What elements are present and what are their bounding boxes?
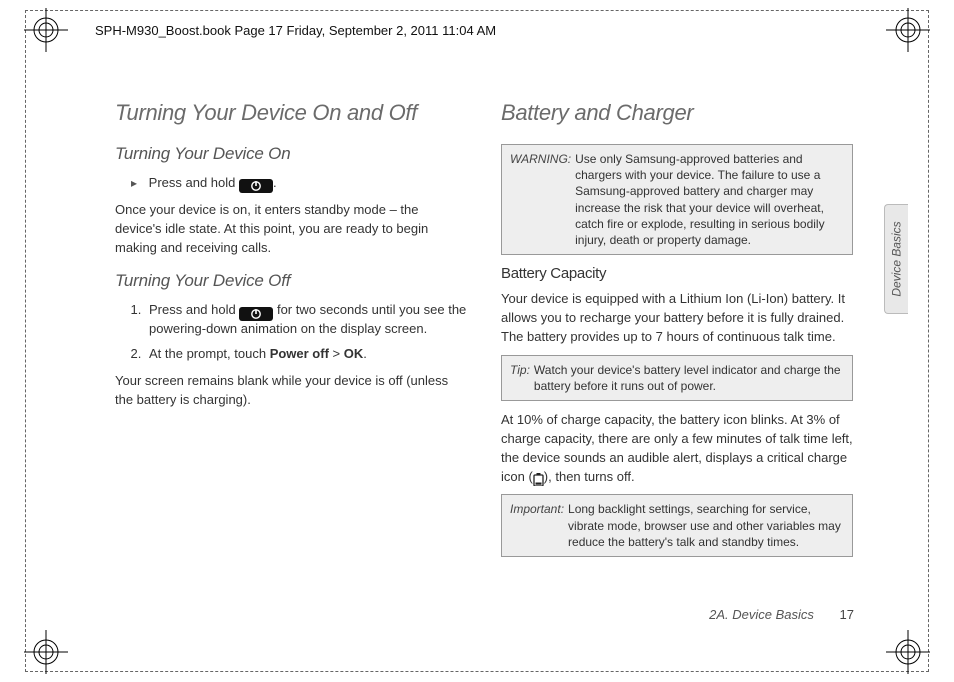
paragraph-liion: Your device is equipped with a Lithium I… bbox=[501, 290, 853, 347]
footer-page-number: 17 bbox=[840, 607, 854, 622]
page-footer: 2A. Device Basics 17 bbox=[709, 607, 854, 622]
step-off-1: Press and hold for two seconds until you… bbox=[145, 301, 467, 339]
steps-turn-off: Press and hold for two seconds until you… bbox=[145, 301, 467, 364]
text: Press and hold bbox=[149, 302, 239, 317]
heading-battery-charger: Battery and Charger bbox=[501, 100, 853, 126]
right-column: Battery and Charger WARNING: Use only Sa… bbox=[501, 100, 853, 620]
heading-battery-capacity: Battery Capacity bbox=[501, 265, 853, 282]
text: . bbox=[363, 346, 367, 361]
warning-text: Use only Samsung-approved batteries and … bbox=[575, 151, 844, 248]
tip-label: Tip: bbox=[510, 362, 530, 394]
step-press-hold-on: Press and hold . bbox=[131, 174, 467, 193]
content-area: Turning Your Device On and Off Turning Y… bbox=[115, 100, 855, 620]
label-ok: OK bbox=[344, 346, 364, 361]
side-tab-label: Device Basics bbox=[890, 221, 904, 296]
text: Press and hold bbox=[149, 175, 239, 190]
tip-box: Tip: Watch your device's battery level i… bbox=[501, 355, 853, 401]
important-box: Important: Long backlight settings, sear… bbox=[501, 494, 853, 557]
paragraph-standby: Once your device is on, it enters standb… bbox=[115, 201, 467, 258]
heading-device-on: Turning Your Device On bbox=[115, 144, 467, 164]
power-button-icon bbox=[239, 304, 273, 318]
paragraph-screen-blank: Your screen remains blank while your dev… bbox=[115, 372, 467, 410]
warning-box: WARNING: Use only Samsung-approved batte… bbox=[501, 144, 853, 255]
registration-mark-icon bbox=[886, 630, 930, 674]
footer-section: 2A. Device Basics bbox=[709, 607, 814, 622]
text: . bbox=[273, 175, 277, 190]
power-button-icon bbox=[239, 177, 273, 191]
tip-text: Watch your device's battery level indica… bbox=[534, 362, 844, 394]
left-column: Turning Your Device On and Off Turning Y… bbox=[115, 100, 467, 620]
important-label: Important: bbox=[510, 501, 564, 550]
important-text: Long backlight settings, searching for s… bbox=[568, 501, 844, 550]
label-power-off: Power off bbox=[270, 346, 329, 361]
registration-mark-icon bbox=[24, 630, 68, 674]
registration-mark-icon bbox=[24, 8, 68, 52]
step-off-2: At the prompt, touch Power off > OK. bbox=[145, 345, 467, 364]
running-header: SPH-M930_Boost.book Page 17 Friday, Sept… bbox=[95, 23, 496, 38]
registration-mark-icon bbox=[886, 8, 930, 52]
text: ), then turns off. bbox=[544, 469, 635, 484]
heading-device-onoff: Turning Your Device On and Off bbox=[115, 100, 467, 126]
battery-critical-icon bbox=[533, 470, 544, 484]
warning-label: WARNING: bbox=[510, 151, 571, 248]
text: At the prompt, touch bbox=[149, 346, 270, 361]
heading-device-off: Turning Your Device Off bbox=[115, 271, 467, 291]
text: > bbox=[329, 346, 344, 361]
side-tab: Device Basics bbox=[884, 204, 908, 314]
paragraph-charge-levels: At 10% of charge capacity, the battery i… bbox=[501, 411, 853, 486]
